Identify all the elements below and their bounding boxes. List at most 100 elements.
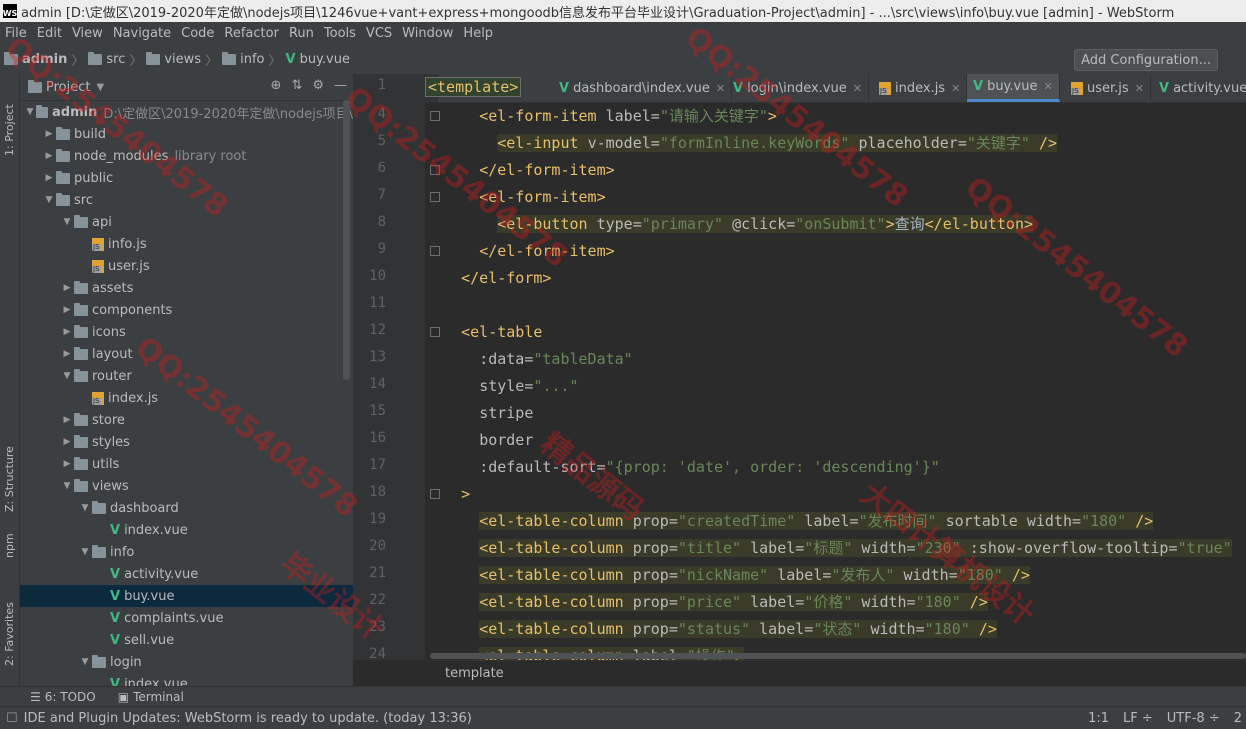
tree-folder[interactable]: ▶ store bbox=[20, 409, 353, 431]
project-view-selector[interactable]: Project bbox=[46, 80, 90, 95]
code-line[interactable]: border bbox=[425, 427, 533, 454]
menu-navigate[interactable]: Navigate bbox=[108, 26, 176, 41]
expanded-arrow-icon[interactable]: ▼ bbox=[78, 657, 92, 667]
tree-folder[interactable]: ▶ layout bbox=[20, 343, 353, 365]
project-scrollbar[interactable] bbox=[343, 100, 350, 380]
tree-file[interactable]: info.js bbox=[20, 233, 353, 255]
collapsed-arrow-icon[interactable]: ▶ bbox=[60, 305, 74, 315]
tree-folder[interactable]: ▶ node_modules library root bbox=[20, 145, 353, 167]
tree-folder[interactable]: ▼ dashboard bbox=[20, 497, 353, 519]
tree-file[interactable]: Vindex.vue bbox=[20, 519, 353, 541]
locate-icon[interactable]: ⊕ bbox=[271, 78, 282, 93]
minimize-icon[interactable]: — bbox=[334, 78, 347, 93]
tree-file[interactable]: Vsell.vue bbox=[20, 629, 353, 651]
editor-breadcrumb-template[interactable]: template bbox=[445, 666, 504, 681]
gear-icon[interactable]: ⚙ bbox=[312, 78, 324, 93]
code-line[interactable]: <el-table-column prop="nickName" label="… bbox=[425, 562, 1030, 589]
caret-position[interactable]: 1:1 bbox=[1088, 711, 1109, 726]
status-message[interactable]: IDE and Plugin Updates: WebStorm is read… bbox=[24, 711, 472, 726]
crumb-buy-vue[interactable]: buy.vue bbox=[300, 52, 350, 67]
tree-folder[interactable]: ▼ login bbox=[20, 651, 353, 673]
tree-file[interactable]: Vcomplaints.vue bbox=[20, 607, 353, 629]
tree-folder[interactable]: ▶ utils bbox=[20, 453, 353, 475]
crumb-admin[interactable]: admin bbox=[22, 52, 67, 67]
tool-tab-npm[interactable]: npm bbox=[0, 530, 19, 570]
collapsed-arrow-icon[interactable]: ▶ bbox=[42, 173, 56, 183]
crumb-info[interactable]: info bbox=[240, 52, 264, 67]
todo-tab[interactable]: 6: TODO bbox=[45, 690, 96, 704]
tree-folder[interactable]: ▶ styles bbox=[20, 431, 353, 453]
tree-file[interactable]: Vbuy.vue bbox=[20, 585, 353, 607]
menu-refactor[interactable]: Refactor bbox=[219, 26, 284, 41]
code-line[interactable]: stripe bbox=[425, 400, 533, 427]
expanded-arrow-icon[interactable]: ▼ bbox=[78, 503, 92, 513]
add-configuration-button[interactable]: Add Configuration... bbox=[1074, 49, 1218, 71]
file-encoding[interactable]: UTF-8 ÷ bbox=[1167, 711, 1220, 726]
tree-folder[interactable]: ▼ admin D:\定做区\2019-2020年定做\nodejs项目\ bbox=[20, 101, 353, 123]
tree-folder[interactable]: ▼ info bbox=[20, 541, 353, 563]
tree-file[interactable]: Vactivity.vue bbox=[20, 563, 353, 585]
code-line[interactable]: <el-table-column prop="title" label="标题"… bbox=[425, 535, 1232, 562]
tree-folder[interactable]: ▶ components bbox=[20, 299, 353, 321]
tree-folder[interactable]: ▼ views bbox=[20, 475, 353, 497]
code-line[interactable]: <el-table-column prop="price" label="价格"… bbox=[425, 589, 988, 616]
tree-file[interactable]: user.js bbox=[20, 255, 353, 277]
menu-tools[interactable]: Tools bbox=[319, 26, 361, 41]
indent-setting[interactable]: 2 bbox=[1234, 711, 1242, 726]
collapsed-arrow-icon[interactable]: ▶ bbox=[60, 437, 74, 447]
menu-view[interactable]: View bbox=[67, 26, 108, 41]
menu-window[interactable]: Window bbox=[397, 26, 458, 41]
menu-file[interactable]: File bbox=[0, 26, 32, 41]
tree-folder[interactable]: ▼ router bbox=[20, 365, 353, 387]
code-line[interactable]: </el-form-item> bbox=[425, 238, 614, 265]
menu-edit[interactable]: Edit bbox=[32, 26, 67, 41]
code-line[interactable]: <el-form-item> bbox=[425, 184, 605, 211]
expanded-arrow-icon[interactable]: ▼ bbox=[24, 107, 36, 117]
expanded-arrow-icon[interactable]: ▼ bbox=[42, 195, 56, 205]
collapsed-arrow-icon[interactable]: ▶ bbox=[60, 415, 74, 425]
collapse-all-icon[interactable]: ⇅ bbox=[291, 78, 302, 93]
tree-file[interactable]: index.js bbox=[20, 387, 353, 409]
collapsed-arrow-icon[interactable]: ▶ bbox=[42, 129, 56, 139]
expanded-arrow-icon[interactable]: ▼ bbox=[60, 217, 74, 227]
code-line[interactable]: :default-sort="{prop: 'date', order: 'de… bbox=[425, 454, 940, 481]
editor-breadcrumb[interactable]: template bbox=[425, 660, 1246, 686]
expanded-arrow-icon[interactable]: ▼ bbox=[60, 371, 74, 381]
collapsed-arrow-icon[interactable]: ▶ bbox=[42, 151, 56, 161]
code-line[interactable]: <el-table-column prop="status" label="状态… bbox=[425, 616, 997, 643]
crumb-src[interactable]: src bbox=[106, 52, 125, 67]
code-line[interactable]: </el-form> bbox=[425, 265, 551, 292]
menu-vcs[interactable]: VCS bbox=[361, 26, 397, 41]
code-line[interactable]: style="..." bbox=[425, 373, 578, 400]
collapsed-arrow-icon[interactable]: ▶ bbox=[60, 327, 74, 337]
code-line[interactable]: <el-button type="primary" @click="onSubm… bbox=[425, 211, 1034, 238]
tree-folder[interactable]: ▶ icons bbox=[20, 321, 353, 343]
tool-tab-favorites[interactable]: 2: Favorites bbox=[0, 594, 19, 674]
tree-folder[interactable]: ▼ api bbox=[20, 211, 353, 233]
menu-code[interactable]: Code bbox=[176, 26, 219, 41]
code-line[interactable]: <el-form-item label="请输入关键字"> bbox=[425, 103, 777, 130]
tree-folder[interactable]: ▼ src bbox=[20, 189, 353, 211]
tree-file[interactable]: Vindex.vue bbox=[20, 673, 353, 687]
tree-folder[interactable]: ▶ assets bbox=[20, 277, 353, 299]
dropdown-arrow-icon[interactable]: ▼ bbox=[96, 82, 104, 93]
line-separator[interactable]: LF ÷ bbox=[1123, 711, 1153, 726]
menu-help[interactable]: Help bbox=[458, 26, 498, 41]
expanded-arrow-icon[interactable]: ▼ bbox=[60, 481, 74, 491]
expanded-arrow-icon[interactable]: ▼ bbox=[78, 547, 92, 557]
code-line[interactable]: <el-input v-model="formInline.keyWords" … bbox=[425, 130, 1058, 157]
tree-folder[interactable]: ▶ build bbox=[20, 123, 353, 145]
code-line[interactable]: </el-form-item> bbox=[425, 157, 614, 184]
tree-folder[interactable]: ▶ public bbox=[20, 167, 353, 189]
terminal-tab[interactable]: Terminal bbox=[133, 690, 184, 704]
tool-tab-structure[interactable]: Z: Structure bbox=[0, 434, 19, 514]
tool-tab-project[interactable]: 1: Project bbox=[0, 84, 19, 164]
code-line[interactable]: <template> bbox=[425, 74, 522, 101]
collapsed-arrow-icon[interactable]: ▶ bbox=[60, 349, 74, 359]
code-line[interactable]: :data="tableData" bbox=[425, 346, 633, 373]
window-controls[interactable] bbox=[1176, 0, 1246, 22]
code-line[interactable]: <el-table bbox=[425, 319, 542, 346]
code-line[interactable]: <el-table-column prop="createdTime" labe… bbox=[425, 508, 1154, 535]
code-editor[interactable]: <template> <el-form-item label="请输入关键字">… bbox=[425, 74, 1246, 660]
editor-horizontal-scrollbar[interactable] bbox=[430, 653, 1246, 659]
